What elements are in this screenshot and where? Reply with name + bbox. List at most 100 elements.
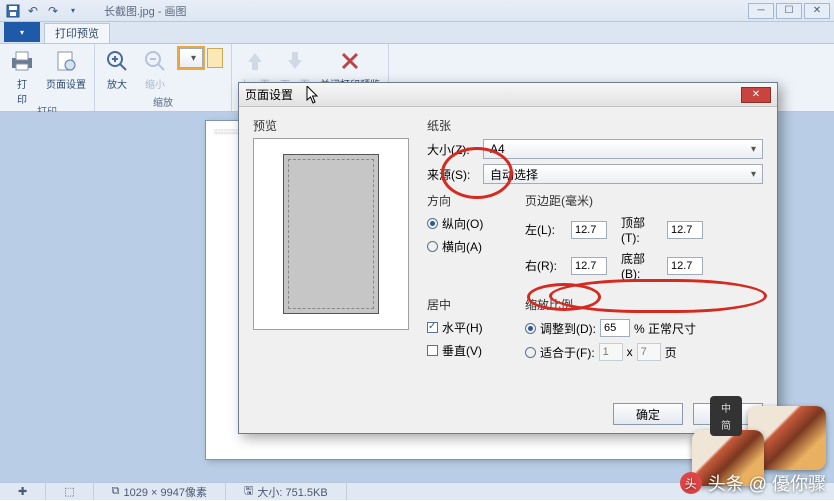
horizontal-check-row[interactable]: 水平(H) [427, 319, 509, 336]
minimize-button[interactable]: ─ [748, 3, 774, 19]
orientation-group: 方向 纵向(O) 横向(A) [427, 192, 509, 286]
paper-size-select[interactable]: A4 [483, 139, 763, 159]
top-margin-input[interactable]: 12.7 [667, 221, 703, 239]
horizontal-checkbox[interactable] [427, 322, 438, 333]
adjust-to-label: 调整到(D): [540, 320, 596, 337]
status-cursor: ✚ [0, 483, 46, 500]
zoom-out-label: 缩小 [145, 76, 165, 91]
fit-suffix: 页 [665, 344, 677, 361]
adjust-to-suffix: % 正常尺寸 [634, 320, 696, 337]
group-print: 打 印 页面设置 打印 [0, 44, 95, 111]
dialog-buttons: 确定 取消 [253, 395, 763, 425]
page-view-buttons [177, 46, 225, 70]
window-titlebar: ↶ ↷ ▾ 长截图.jpg - 画图 ─ ☐ ✕ [0, 0, 834, 22]
adjust-to-radio[interactable] [525, 323, 536, 334]
ok-button[interactable]: 确定 [613, 403, 683, 425]
maximize-button[interactable]: ☐ [776, 3, 802, 19]
source-label: 来源(S): [427, 166, 483, 183]
arrow-up-icon [241, 47, 269, 75]
zoom-out-button[interactable]: 缩小 [139, 46, 171, 92]
preview-column: 预览 [253, 117, 409, 367]
adjust-to-input[interactable]: 65 [600, 319, 630, 337]
zoom-in-icon [103, 47, 131, 75]
left-margin-input[interactable]: 12.7 [571, 221, 607, 239]
group-zoom-label: 缩放 [101, 98, 225, 110]
zoom-in-label: 放大 [107, 76, 127, 91]
print-button[interactable]: 打 印 [6, 46, 38, 107]
ime-line2: 简 [721, 417, 731, 432]
status-dims-text: 1029 × 9947像素 [123, 484, 206, 500]
orientation-label: 方向 [427, 192, 509, 209]
printer-icon [8, 47, 36, 75]
redo-icon[interactable]: ↷ [44, 3, 62, 19]
ime-line1: 中 [721, 400, 731, 415]
one-page-button[interactable] [179, 48, 203, 68]
preview-page-thumb [283, 154, 379, 314]
horizontal-label: 水平(H) [442, 319, 483, 336]
fit-to-row[interactable]: 适合于(F): 1 x 7 页 [525, 343, 755, 361]
app-menu-button[interactable]: ▾ [4, 22, 40, 42]
ime-indicator[interactable]: 中 简 [710, 396, 742, 436]
status-filesize: 🖫 大小: 751.5KB [226, 483, 347, 500]
paper-section: 纸张 大小(Z): A4 来源(S): 自动选择 [427, 117, 763, 184]
group-zoom: 放大 缩小 缩放 [95, 44, 232, 111]
scale-group: 缩放比例 调整到(D): 65 % 正常尺寸 适合于(F): 1 x [525, 296, 755, 367]
vertical-label: 垂直(V) [442, 342, 482, 359]
zoom-in-button[interactable]: 放大 [101, 46, 133, 92]
landscape-radio-row[interactable]: 横向(A) [427, 238, 509, 255]
paper-label: 纸张 [427, 117, 763, 134]
bottom-margin-label: 底部(B): [621, 250, 663, 281]
print-label: 打 印 [17, 76, 27, 106]
window-controls: ─ ☐ ✕ [748, 3, 830, 19]
page-setup-label: 页面设置 [46, 76, 86, 91]
dialog-body: 预览 纸张 大小(Z): A4 来源(S): 自动选择 [239, 107, 777, 433]
fit-x-label: x [627, 345, 633, 359]
page-setup-icon [52, 47, 80, 75]
size-label: 大小(Z): [427, 141, 483, 158]
landscape-radio[interactable] [427, 241, 438, 252]
ribbon-tab-strip: ▾ 打印预览 [0, 22, 834, 44]
watermark-text: 头条 @ 優你骤 [708, 470, 826, 496]
vertical-check-row[interactable]: 垂直(V) [427, 342, 509, 359]
close-button[interactable]: ✕ [804, 3, 830, 19]
watermark-icon: 头 [680, 472, 702, 494]
dialog-titlebar: 页面设置 ✕ [239, 83, 777, 107]
preview-box [253, 138, 409, 330]
status-selection: ⬚ [46, 483, 93, 500]
portrait-radio[interactable] [427, 218, 438, 229]
margins-label: 页边距(毫米) [525, 192, 737, 209]
page-setup-dialog: 页面设置 ✕ 预览 纸张 大小(Z): A4 来源(S): [238, 82, 778, 434]
tab-print-preview[interactable]: 打印预览 [44, 23, 110, 43]
undo-icon[interactable]: ↶ [24, 3, 42, 19]
right-margin-input[interactable]: 12.7 [571, 257, 607, 275]
fit-to-label: 适合于(F): [540, 344, 595, 361]
two-page-button[interactable] [207, 48, 223, 68]
top-margin-label: 顶部(T): [621, 214, 663, 245]
status-size-text: 大小: 751.5KB [257, 484, 327, 500]
right-margin-label: 右(R): [525, 257, 567, 274]
window-title: 长截图.jpg - 画图 [104, 3, 187, 19]
watermark: 头 头条 @ 優你骤 [520, 470, 826, 496]
preview-label: 预览 [253, 117, 409, 134]
qat-dropdown-icon[interactable]: ▾ [64, 3, 82, 19]
dialog-close-button[interactable]: ✕ [741, 87, 771, 103]
status-dimensions: ⧉ 1029 × 9947像素 [94, 483, 226, 500]
center-group: 居中 水平(H) 垂直(V) [427, 296, 509, 367]
center-label: 居中 [427, 296, 509, 313]
vertical-checkbox[interactable] [427, 345, 438, 356]
fit-to-radio[interactable] [525, 347, 536, 358]
save-icon[interactable] [4, 3, 22, 19]
fit-height-input[interactable]: 7 [637, 343, 661, 361]
arrow-down-icon [281, 47, 309, 75]
fit-width-input[interactable]: 1 [599, 343, 623, 361]
dialog-title: 页面设置 [245, 86, 293, 103]
left-margin-label: 左(L): [525, 221, 567, 238]
margins-group: 页边距(毫米) 左(L): 12.7 顶部(T): 12.7 右(R): 12.… [525, 192, 737, 286]
adjust-to-row[interactable]: 调整到(D): 65 % 正常尺寸 [525, 319, 755, 337]
bottom-margin-input[interactable]: 12.7 [667, 257, 703, 275]
portrait-radio-row[interactable]: 纵向(O) [427, 215, 509, 232]
landscape-label: 横向(A) [442, 238, 482, 255]
close-icon [336, 47, 364, 75]
paper-source-select[interactable]: 自动选择 [483, 164, 763, 184]
page-setup-button[interactable]: 页面设置 [44, 46, 88, 92]
